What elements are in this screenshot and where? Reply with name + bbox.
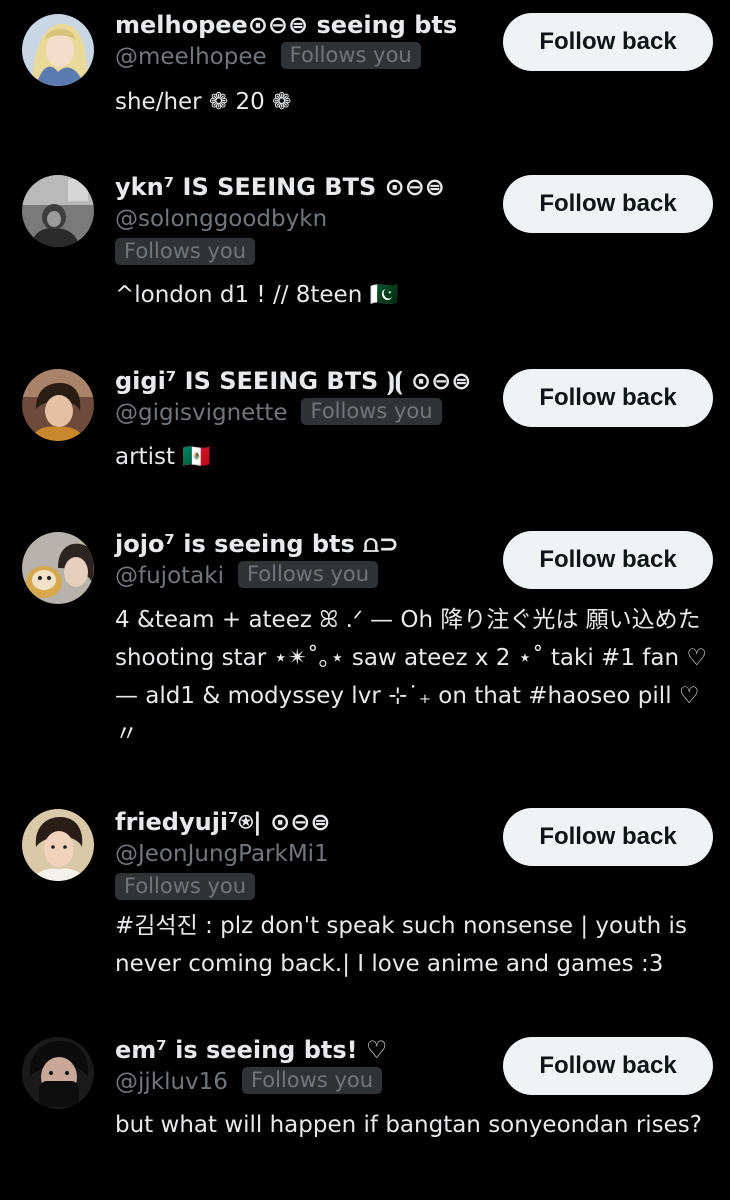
user-handle[interactable]: @fujotaki [115,563,224,589]
follow-back-button[interactable]: Follow back [503,175,713,233]
follow-back-button[interactable]: Follow back [503,531,713,589]
follow-back-button[interactable]: Follow back [503,1037,713,1095]
avatar[interactable] [22,1037,94,1109]
user-bio: #김석진 : plz don't speak such nonsense | y… [115,913,687,977]
user-bio: artist 🇲🇽 [115,444,211,470]
avatar[interactable] [22,175,94,247]
display-name[interactable]: em⁷ is seeing bts! ♡ [115,1035,497,1065]
avatar[interactable] [22,532,94,604]
user-bio: but what will happen if bangtan sonyeond… [115,1112,702,1138]
display-name[interactable]: jojo⁷ is seeing bts ⩍⊃ [115,529,497,559]
user-handle[interactable]: @solonggoodbykn [115,206,327,232]
follows-you-badge: Follows you [280,42,421,69]
follows-you-badge: Follows you [301,398,442,425]
display-name[interactable]: friedyuji⁷⍟| ⊙⊖⊜ [115,807,497,837]
follows-you-badge: Follows you [241,1067,383,1094]
avatar[interactable] [22,809,94,881]
follow-back-button[interactable]: Follow back [503,369,713,427]
follows-you-badge: Follows you [115,873,256,900]
user-handle[interactable]: @JeonJungParkMi1 [115,841,329,867]
user-handle[interactable]: @meelhopee [115,44,267,70]
display-name[interactable]: gigi⁷ IS SEEING BTS ⦘⦗ ⊙⊖⊜ [115,366,497,396]
display-name[interactable]: ykn⁷ IS SEEING BTS ⊙⊖⊜ [115,172,497,202]
display-name[interactable]: melhopee⊙⊖⊜ seeing bts [115,10,497,40]
avatar[interactable] [22,369,94,441]
user-bio: she/her ❁ 20 ❁ [115,89,292,115]
avatar[interactable] [22,14,94,86]
user-handle[interactable]: @gigisvignette [115,400,287,426]
user-bio: ^london d1 ! // 8teen 🇵🇰 [115,282,399,308]
follows-you-badge: Follows you [237,561,379,588]
follows-you-badge: Follows you [115,238,256,265]
user-handle[interactable]: @jjkluv16 [115,1069,228,1095]
follow-back-button[interactable]: Follow back [503,13,713,71]
user-bio: 4 &team + ateez ꕤ .ᐟ — Oh 降り注ぐ光は 願い込めた s… [115,607,707,747]
follow-back-button[interactable]: Follow back [503,808,713,866]
